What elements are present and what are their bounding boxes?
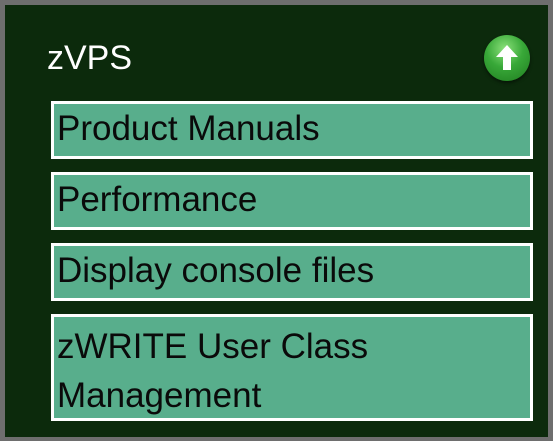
menu-item-zwrite-user-class-management[interactable]: zWRITE User Class Management [51, 314, 533, 421]
menu-list: Product Manuals Performance Display cons… [51, 101, 533, 421]
menu-item-product-manuals[interactable]: Product Manuals [51, 101, 533, 159]
zvps-panel: zVPS Product Manuals Performance Display… [0, 0, 553, 441]
scroll-to-top-button[interactable] [484, 35, 530, 81]
menu-item-display-console-files[interactable]: Display console files [51, 243, 533, 301]
panel-title: zVPS [47, 39, 133, 77]
menu-item-performance[interactable]: Performance [51, 172, 533, 230]
arrow-up-icon [496, 45, 518, 70]
